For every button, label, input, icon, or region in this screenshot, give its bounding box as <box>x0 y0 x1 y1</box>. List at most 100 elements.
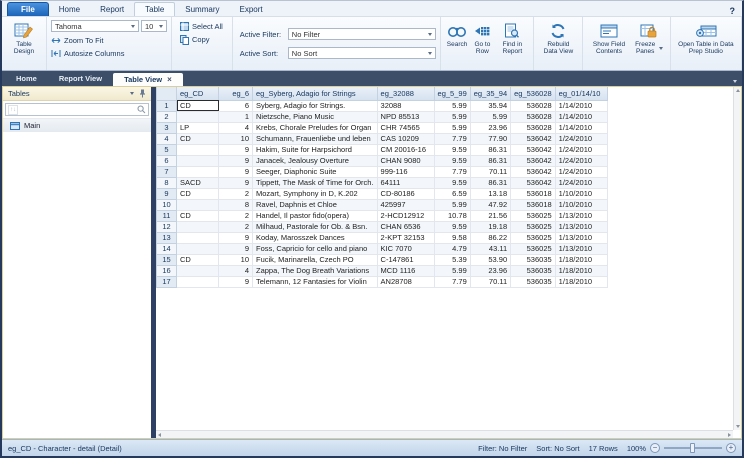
tab-overflow-menu[interactable] <box>733 70 742 88</box>
cell[interactable]: 4 <box>219 265 253 276</box>
scroll-down-icon[interactable] <box>736 425 740 428</box>
cell[interactable] <box>177 276 219 287</box>
column-header[interactable]: eg_Syberg, Adagio for Strings <box>253 87 378 100</box>
cell[interactable]: CD <box>177 188 219 199</box>
cell[interactable]: Syberg, Adagio for Strings. <box>253 100 378 111</box>
row-number[interactable]: 3 <box>157 122 177 133</box>
row-number[interactable]: 13 <box>157 232 177 243</box>
tables-search-input[interactable]: ↑↓ <box>5 103 149 116</box>
cell[interactable]: 4 <box>219 122 253 133</box>
cell[interactable]: 536042 <box>511 177 556 188</box>
cell[interactable]: 425997 <box>377 199 434 210</box>
cell[interactable]: CAS 10209 <box>377 133 434 144</box>
view-tab-table-view[interactable]: Table View × <box>113 73 183 86</box>
cell[interactable]: 1/24/2010 <box>555 155 607 166</box>
cell[interactable]: Janacek, Jealousy Overture <box>253 155 378 166</box>
cell[interactable]: 86.31 <box>470 177 510 188</box>
cell[interactable]: 19.18 <box>470 221 510 232</box>
tab-summary[interactable]: Summary <box>175 3 229 16</box>
column-header[interactable]: eg_01/14/10 <box>555 87 607 100</box>
cell[interactable]: 9 <box>219 144 253 155</box>
cell[interactable]: 23.96 <box>470 265 510 276</box>
cell[interactable]: CD <box>177 133 219 144</box>
cell[interactable]: 1/14/2010 <box>555 122 607 133</box>
row-number[interactable]: 1 <box>157 100 177 111</box>
select-all-button[interactable]: Select All <box>180 20 228 33</box>
goto-row-button[interactable]: Go to Row <box>469 20 495 67</box>
cell[interactable]: 70.11 <box>470 276 510 287</box>
rebuild-data-view-button[interactable]: Rebuild Data View <box>538 20 578 67</box>
cell[interactable] <box>177 155 219 166</box>
cell[interactable]: 1/10/2010 <box>555 199 607 210</box>
cell[interactable]: 35.94 <box>470 100 510 111</box>
row-number[interactable]: 12 <box>157 221 177 232</box>
cell[interactable] <box>177 144 219 155</box>
row-number[interactable]: 11 <box>157 210 177 221</box>
cell[interactable]: Fucik, Marinarella, Czech PO <box>253 254 378 265</box>
cell[interactable]: 77.90 <box>470 133 510 144</box>
cell[interactable]: 536042 <box>511 166 556 177</box>
cell[interactable]: 536025 <box>511 221 556 232</box>
cell[interactable]: Foss, Capricio for cello and piano <box>253 243 378 254</box>
cell[interactable]: CM 20016-16 <box>377 144 434 155</box>
search-button[interactable]: Search <box>445 20 470 67</box>
cell[interactable]: CD <box>177 254 219 265</box>
scroll-up-icon[interactable] <box>736 89 740 92</box>
cell[interactable]: Ravel, Daphnis et Chloe <box>253 199 378 210</box>
cell[interactable]: 1/24/2010 <box>555 133 607 144</box>
tab-home[interactable]: Home <box>49 3 90 16</box>
tab-table[interactable]: Table <box>134 2 175 16</box>
cell[interactable]: 1/14/2010 <box>555 100 607 111</box>
freeze-panes-button[interactable]: Freeze Panes <box>631 20 665 67</box>
open-table-dps-button[interactable]: Open Table in Data Prep Studio <box>675 20 737 67</box>
column-header[interactable]: eg_35_94 <box>470 87 510 100</box>
cell[interactable]: MCD 1116 <box>377 265 434 276</box>
cell[interactable]: Schumann, Frauenliebe und leben <box>253 133 378 144</box>
cell[interactable]: 6 <box>219 100 253 111</box>
cell[interactable]: 86.31 <box>470 155 510 166</box>
cell[interactable]: 1/13/2010 <box>555 243 607 254</box>
cell[interactable]: 1/18/2010 <box>555 265 607 276</box>
find-in-report-button[interactable]: Find in Report <box>495 20 529 67</box>
cell[interactable]: 536042 <box>511 144 556 155</box>
row-number[interactable]: 4 <box>157 133 177 144</box>
cell[interactable]: 9.58 <box>434 232 470 243</box>
row-number[interactable]: 9 <box>157 188 177 199</box>
cell[interactable]: Mozart, Symphony in D, K.202 <box>253 188 378 199</box>
cell[interactable]: 536035 <box>511 254 556 265</box>
cell[interactable]: SACD <box>177 177 219 188</box>
cell[interactable]: Zappa, The Dog Breath Variations <box>253 265 378 276</box>
zoom-slider-thumb[interactable] <box>690 443 695 453</box>
cell[interactable]: 7.79 <box>434 276 470 287</box>
cell[interactable]: 1/18/2010 <box>555 254 607 265</box>
cell[interactable] <box>177 221 219 232</box>
row-number[interactable]: 17 <box>157 276 177 287</box>
zoom-slider[interactable] <box>664 447 722 449</box>
cell[interactable]: 8 <box>219 199 253 210</box>
cell[interactable]: 2 <box>219 221 253 232</box>
cell[interactable]: 32088 <box>377 100 434 111</box>
cell[interactable]: 9.59 <box>434 144 470 155</box>
column-header[interactable]: eg_32088 <box>377 87 434 100</box>
cell[interactable]: CD <box>177 100 219 111</box>
vertical-scrollbar[interactable] <box>733 87 741 430</box>
cell[interactable]: LP <box>177 122 219 133</box>
cell[interactable]: NPD 85513 <box>377 111 434 122</box>
zoom-out-button[interactable]: − <box>650 443 660 453</box>
row-number[interactable]: 15 <box>157 254 177 265</box>
table-design-button[interactable]: Table Design <box>6 20 42 67</box>
cell[interactable]: 9.59 <box>434 155 470 166</box>
cell[interactable]: 536028 <box>511 122 556 133</box>
cell[interactable]: 2-KPT 32153 <box>377 232 434 243</box>
cell[interactable]: 536042 <box>511 133 556 144</box>
row-number[interactable]: 16 <box>157 265 177 276</box>
cell[interactable]: 1/24/2010 <box>555 177 607 188</box>
cell[interactable]: 5.99 <box>434 100 470 111</box>
column-header[interactable]: eg_6 <box>219 87 253 100</box>
cell[interactable]: 536028 <box>511 100 556 111</box>
cell[interactable]: 9 <box>219 243 253 254</box>
cell[interactable]: 536028 <box>511 111 556 122</box>
cell[interactable]: 43.11 <box>470 243 510 254</box>
cell[interactable]: 10.78 <box>434 210 470 221</box>
table-item-main[interactable]: Main <box>3 119 151 132</box>
